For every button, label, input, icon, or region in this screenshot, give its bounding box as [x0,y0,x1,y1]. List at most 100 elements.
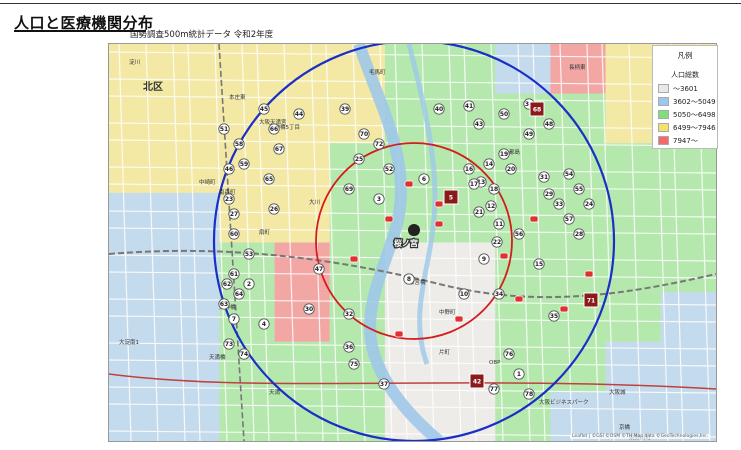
facility-marker-number: 49 [525,131,533,138]
hospital-pin-icon [499,252,509,260]
facility-marker-number: 34 [495,291,503,298]
legend-label: ～3601 [673,84,698,93]
place-label: 本庄東 [229,93,246,101]
facility-marker-number: 20 [507,166,515,173]
legend-label: 5050～6498 [673,110,716,119]
facility-marker-number: 65 [265,176,273,183]
facility-marker-number: 35 [550,313,558,320]
facility-marker-number: 59 [240,161,248,168]
legend-label: 6499～7946 [673,123,716,132]
facility-marker-number: 63 [220,301,228,308]
facility-marker-number: 45 [260,106,268,113]
facility-marker-number: 4 [262,321,266,328]
legend-row: 6499～7946 [658,123,717,132]
facility-marker-number: 56 [515,231,523,238]
hospital-pin-icon [434,220,444,228]
facility-marker-number: 22 [493,239,501,246]
population-cell [440,292,496,342]
population-cell [550,242,606,293]
place-label: 長柄東 [569,63,586,71]
facility-marker-number: 32 [345,311,353,318]
place-label: 淀川 [129,58,140,66]
legend-label: 7947～ [673,136,698,145]
hospital-pin-icon [384,215,394,223]
facility-marker-number: 11 [495,221,503,228]
title-underline [14,30,146,32]
hospital-pin-icon [394,330,404,338]
center-station-label: 桜ノ宮 [394,238,418,248]
facility-marker-number: 26 [270,206,278,213]
facility-marker-number: 8 [407,276,411,283]
facility-marker-number: 64 [235,291,243,298]
facility-marker-number: 55 [575,186,583,193]
place-label: OBP [489,360,501,366]
legend-title: 凡例 [677,51,693,60]
facility-marker-number: 66 [270,126,278,133]
map-view[interactable]: 桜ノ宮大淀南1中崎町天満扇町南森町天神橋天満橋大阪城京橋都島桜宮橋中野町片町東野… [108,43,717,442]
large-facility-number: 5 [449,195,453,202]
map-canvas[interactable]: 桜ノ宮大淀南1中崎町天満扇町南森町天神橋天満橋大阪城京橋都島桜宮橋中野町片町東野… [109,44,716,441]
hospital-pin-icon [454,315,464,323]
place-label: 片町 [439,348,451,356]
facility-marker-number: 43 [475,121,483,128]
hospital-pin-icon [434,200,444,208]
place-label: 扇町 [259,228,271,236]
facility-marker-number: 70 [360,131,368,138]
place-label: 都島 [509,148,521,156]
hospital-pin-icon [404,180,414,188]
legend-swatch-5 [658,136,669,145]
legend-swatch-1 [658,84,669,93]
facility-marker-number: 19 [500,151,508,158]
population-cell [219,391,275,441]
legend-row: 3602～5049 [658,97,717,106]
facility-marker-number: 58 [235,141,243,148]
place-label: 天満 [269,389,281,396]
facility-marker-number: 75 [350,361,358,368]
facility-marker-number: 9 [482,256,486,263]
facility-marker-number: 52 [385,166,393,173]
location-pin-icon [408,224,420,236]
facility-marker-number: 40 [435,106,443,113]
place-label: 中崎町 [199,178,216,186]
facility-marker-number: 30 [305,306,313,313]
facility-marker-number: 62 [223,281,231,288]
hospital-pin-icon [529,215,539,223]
facility-marker-number: 57 [565,216,573,223]
facility-marker-number: 72 [375,141,383,148]
facility-marker-number: 48 [545,121,553,128]
place-label: 京橋 [619,423,631,431]
facility-marker-number: 76 [505,351,513,358]
facility-marker-number: 47 [315,266,323,273]
facility-marker-number: 10 [460,291,468,298]
population-cell [274,292,330,342]
hospital-pin-icon [349,255,359,263]
facility-marker-number: 51 [220,126,228,133]
population-cell [109,391,165,441]
hospital-pin-icon [584,270,594,278]
facility-marker-number: 54 [565,171,573,178]
population-cell [274,44,330,94]
legend-subtitle: 人口総数 [671,71,699,79]
top-rule [0,3,741,4]
population-cell [109,93,165,144]
facility-marker-number: 36 [345,344,353,351]
population-cell [164,44,220,94]
facility-marker-number: 39 [341,106,349,113]
facility-marker-number: 16 [465,166,473,173]
facility-marker-number: 29 [545,191,553,198]
facility-marker-number: 44 [295,111,303,118]
page-subtitle: 国勢調査500m統計データ 令和2年度 [130,30,274,40]
facility-marker-number: 2 [247,281,251,288]
facility-marker-number: 78 [525,391,533,398]
facility-marker-number: 6 [422,176,426,183]
population-cell [660,192,716,243]
facility-marker-number: 61 [230,271,238,278]
facility-marker-number: 3 [377,196,381,203]
map-attribution[interactable]: Leaflet | ©GSI ©OSM ©TH Map data ©GeoTec… [570,434,710,439]
map-legend: 凡例 人口総数 ～3601 3602～5049 5050～6498 6499～7… [652,45,718,149]
legend-swatch-2 [658,97,669,106]
legend-swatch-4 [658,123,669,132]
facility-marker-number: 37 [380,381,388,388]
population-cell [605,292,661,342]
population-cell [660,242,716,293]
